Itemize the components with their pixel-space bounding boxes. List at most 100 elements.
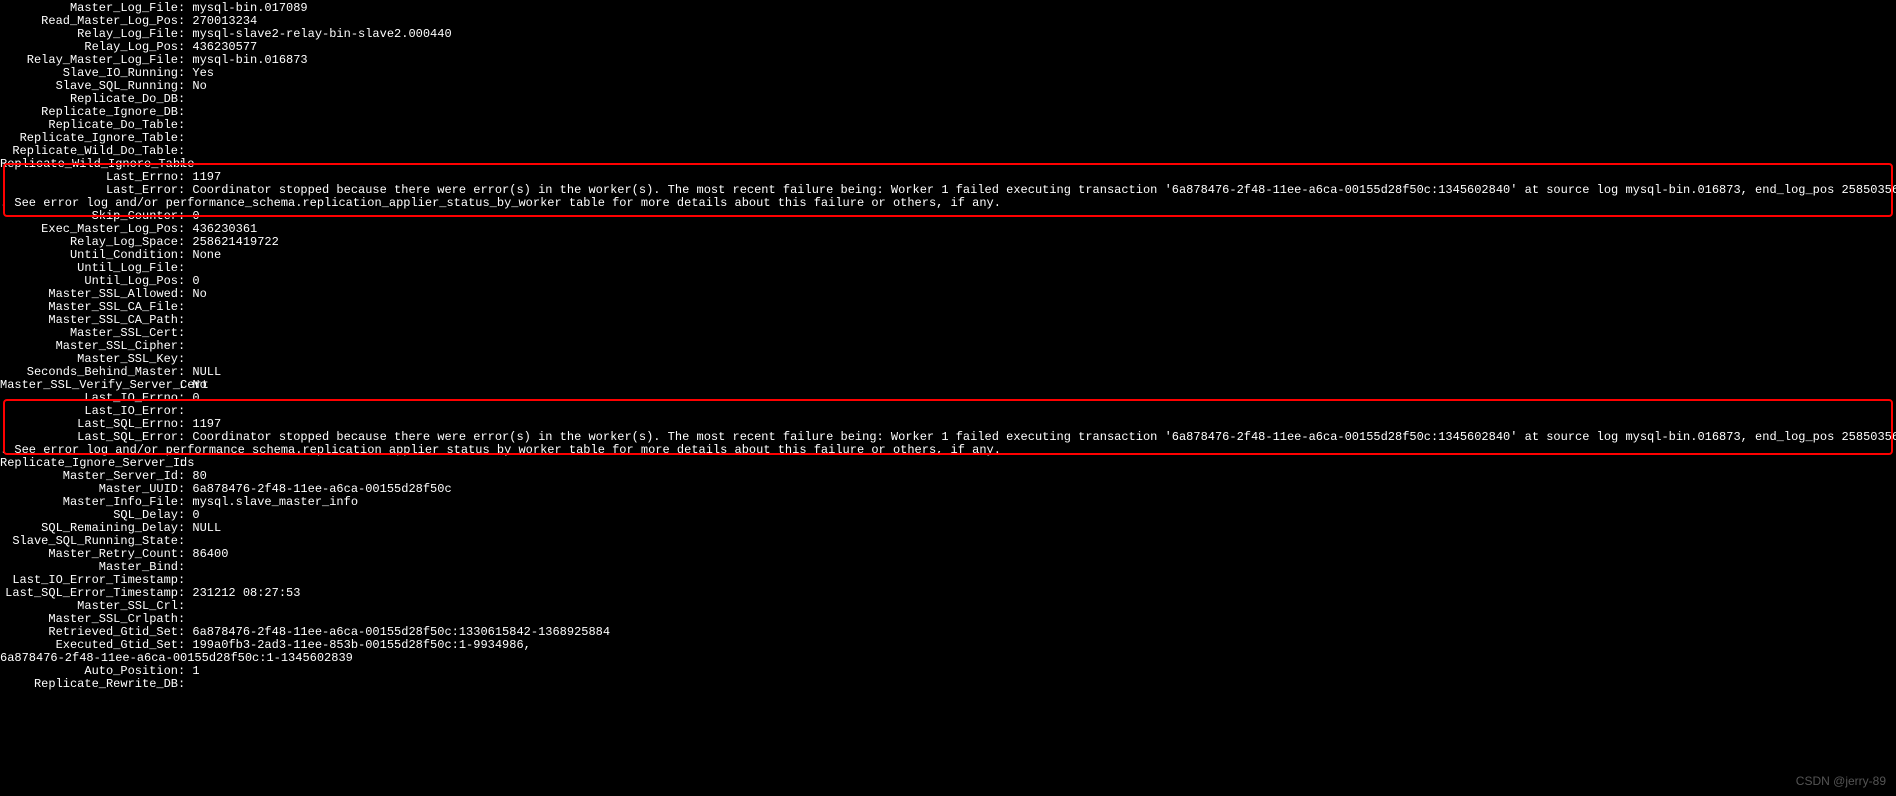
field-value: None (192, 248, 221, 262)
output-line: 6a878476-2f48-11ee-a6ca-00155d28f50c:1-1… (0, 652, 1896, 665)
output-line: SQL_Delay: 0 (0, 509, 1896, 522)
output-line: Master_SSL_Cert: (0, 327, 1896, 340)
output-line: Seconds_Behind_Master: NULL (0, 366, 1896, 379)
field-separator: : (178, 469, 192, 483)
output-line: Replicate_Wild_Do_Table: (0, 145, 1896, 158)
field-value: No (192, 79, 206, 93)
output-line: Last_SQL_Error_Timestamp: 231212 08:27:5… (0, 587, 1896, 600)
field-value: 0 (192, 209, 199, 223)
field-value: Coordinator stopped because there were e… (192, 183, 1896, 197)
field-separator: : (178, 677, 192, 691)
field-value: 1197 (192, 170, 221, 184)
field-separator: : (178, 547, 192, 561)
field-separator: : (178, 638, 192, 652)
field-separator: : (178, 1, 192, 15)
output-line: Master_Info_File: mysql.slave_master_inf… (0, 496, 1896, 509)
output-line: Master_Bind: (0, 561, 1896, 574)
output-line: Master_SSL_Allowed: No (0, 288, 1896, 301)
output-line: Master_SSL_Key: (0, 353, 1896, 366)
output-line: SQL_Remaining_Delay: NULL (0, 522, 1896, 535)
output-line: Relay_Log_Space: 258621419722 (0, 236, 1896, 249)
field-value: 0 (192, 274, 199, 288)
output-line: . See error log and/or performance_schem… (0, 444, 1896, 457)
output-line: Master_SSL_CA_File: (0, 301, 1896, 314)
field-value: NULL (192, 521, 221, 535)
wrapped-text: . See error log and/or performance_schem… (0, 443, 1001, 457)
field-separator: : (178, 521, 192, 535)
output-line: Master_SSL_Crl: (0, 600, 1896, 613)
field-separator: : (178, 287, 192, 301)
field-separator: : (178, 105, 192, 119)
field-separator: : (178, 235, 192, 249)
output-line: Master_Log_File: mysql-bin.017089 (0, 2, 1896, 15)
field-value: 199a0fb3-2ad3-11ee-853b-00155d28f50c:1-9… (192, 638, 530, 652)
output-line: Replicate_Do_Table: (0, 119, 1896, 132)
field-separator: : (178, 664, 192, 678)
field-separator: : (178, 53, 192, 67)
field-value: NULL (192, 365, 221, 379)
output-line: Replicate_Ignore_Table: (0, 132, 1896, 145)
field-separator: : (178, 92, 192, 106)
field-separator: : (178, 248, 192, 262)
field-value: No (192, 287, 206, 301)
output-line: Replicate_Rewrite_DB: (0, 678, 1896, 691)
field-separator: : (178, 209, 192, 223)
field-separator: : (178, 508, 192, 522)
field-value: 436230577 (192, 40, 257, 54)
field-value: mysql-slave2-relay-bin-slave2.000440 (192, 27, 451, 41)
field-separator: : (178, 586, 192, 600)
field-separator: : (178, 599, 192, 613)
field-value: Yes (192, 66, 214, 80)
output-line: Master_SSL_CA_Path: (0, 314, 1896, 327)
field-separator: : (178, 170, 192, 184)
field-value: 1 (192, 664, 199, 678)
field-separator: : (178, 157, 192, 171)
field-separator: : (178, 534, 192, 548)
output-line: Exec_Master_Log_Pos: 436230361 (0, 223, 1896, 236)
field-value: mysql.slave_master_info (192, 495, 358, 509)
output-line: Auto_Position: 1 (0, 665, 1896, 678)
field-separator: : (178, 66, 192, 80)
output-line: Relay_Master_Log_File: mysql-bin.016873 (0, 54, 1896, 67)
field-separator: : (178, 131, 192, 145)
output-line: Replicate_Do_DB: (0, 93, 1896, 106)
field-separator: : (178, 391, 192, 405)
output-line: Master_SSL_Cipher: (0, 340, 1896, 353)
field-separator: : (178, 261, 192, 275)
output-line: Last_IO_Error: (0, 405, 1896, 418)
field-separator: : (178, 313, 192, 327)
output-line: Last_IO_Errno: 0 (0, 392, 1896, 405)
wrapped-text: 6a878476-2f48-11ee-a6ca-00155d28f50c:1-1… (0, 651, 353, 665)
field-separator: : (178, 365, 192, 379)
output-line: Skip_Counter: 0 (0, 210, 1896, 223)
field-separator: : (178, 430, 192, 444)
field-value: 436230361 (192, 222, 257, 236)
field-separator: : (178, 378, 192, 392)
field-separator: : (178, 222, 192, 236)
output-line: Slave_IO_Running: Yes (0, 67, 1896, 80)
field-separator: : (178, 625, 192, 639)
field-label: Replicate_Rewrite_DB (0, 678, 178, 691)
field-value: Coordinator stopped because there were e… (192, 430, 1896, 444)
output-line: Until_Log_File: (0, 262, 1896, 275)
output-line: Replicate_Ignore_Server_Ids: (0, 457, 1896, 470)
output-line: Slave_SQL_Running_State: (0, 535, 1896, 548)
terminal-output: Master_Log_File: mysql-bin.017089Read_Ma… (0, 0, 1896, 691)
field-separator: : (178, 417, 192, 431)
field-separator: : (178, 339, 192, 353)
field-value: mysql-bin.017089 (192, 1, 307, 15)
output-line: Until_Log_Pos: 0 (0, 275, 1896, 288)
watermark-text: CSDN @jerry-89 (1796, 775, 1886, 788)
field-value: No (192, 378, 206, 392)
field-separator: : (178, 326, 192, 340)
field-value: 1197 (192, 417, 221, 431)
field-value: 258621419722 (192, 235, 278, 249)
field-separator: : (178, 560, 192, 574)
output-line: Replicate_Ignore_DB: (0, 106, 1896, 119)
output-line: Relay_Log_File: mysql-slave2-relay-bin-s… (0, 28, 1896, 41)
output-line: Slave_SQL_Running: No (0, 80, 1896, 93)
output-line: Replicate_Wild_Ignore_Table: (0, 158, 1896, 171)
field-separator: : (178, 274, 192, 288)
output-line: Master_Retry_Count: 86400 (0, 548, 1896, 561)
field-separator: : (178, 27, 192, 41)
